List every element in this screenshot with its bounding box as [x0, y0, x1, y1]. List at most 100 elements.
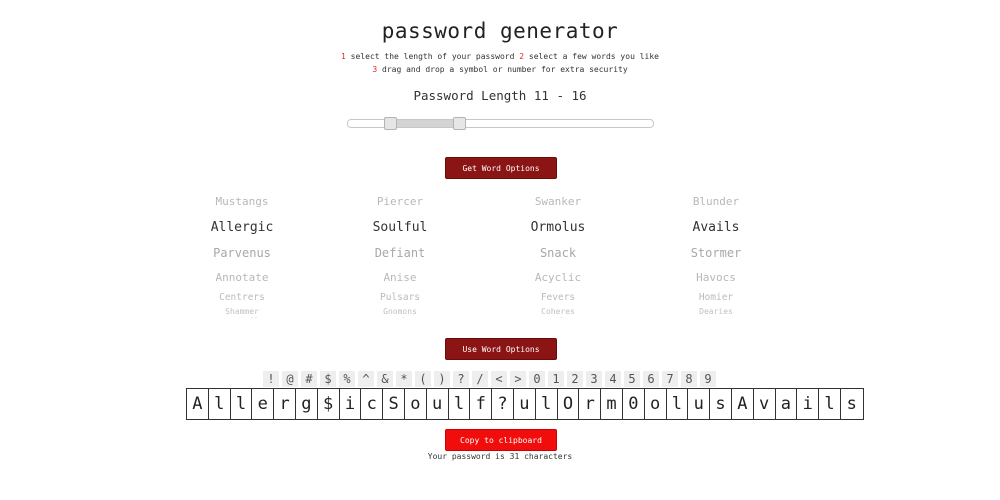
password-char[interactable]: l: [231, 389, 253, 419]
password-char[interactable]: v: [754, 389, 776, 419]
password-char[interactable]: a: [776, 389, 798, 419]
symbol-tile[interactable]: (: [415, 371, 431, 387]
password-char[interactable]: f: [470, 389, 493, 419]
symbol-tile[interactable]: %: [339, 371, 355, 387]
symbol-tile[interactable]: <: [491, 371, 507, 387]
word-option[interactable]: Gnomons: [314, 307, 486, 316]
symbol-tile[interactable]: !: [263, 371, 279, 387]
password-char[interactable]: A: [187, 389, 209, 419]
word-option[interactable]: Piercer: [314, 195, 486, 208]
word-option[interactable]: Parvenus: [156, 246, 328, 260]
password-char[interactable]: e: [252, 389, 275, 419]
word-option[interactable]: Havocs: [630, 271, 802, 284]
symbol-tile[interactable]: 1: [548, 371, 564, 387]
slider-min-handle[interactable]: [384, 117, 397, 130]
length-range-slider[interactable]: [347, 117, 654, 130]
word-options-list: Mustangs Allergic Parvenus Annotate Centrers…: [156, 190, 844, 318]
word-option[interactable]: Risers: [630, 317, 802, 318]
word-option[interactable]: Centrers: [156, 292, 328, 303]
step-1-text: select the length of your password: [350, 52, 515, 61]
word-option[interactable]: Nutshell: [156, 317, 328, 318]
password-char[interactable]: c: [361, 389, 384, 419]
word-option[interactable]: Homier: [630, 292, 802, 303]
symbol-tile[interactable]: #: [301, 371, 317, 387]
instructions-line-1: 1 select the length of your password 2 s…: [0, 52, 1000, 61]
password-char[interactable]: ?: [492, 389, 514, 419]
password-char[interactable]: s: [710, 389, 732, 419]
password-char[interactable]: u: [514, 389, 536, 419]
step-1-number: 1: [341, 52, 346, 61]
slider-max-handle[interactable]: [453, 117, 466, 130]
password-char[interactable]: o: [405, 389, 427, 419]
word-option[interactable]: Soulful: [314, 220, 486, 235]
copy-to-clipboard-button[interactable]: Copy to clipboard: [445, 429, 557, 451]
symbol-tile[interactable]: /: [472, 371, 488, 387]
password-char[interactable]: $: [318, 389, 340, 419]
password-char[interactable]: i: [340, 389, 362, 419]
password-char[interactable]: S: [383, 389, 405, 419]
password-char[interactable]: r: [579, 389, 602, 419]
password-char[interactable]: 0: [623, 389, 645, 419]
word-option[interactable]: Pulsars: [314, 292, 486, 303]
password-char[interactable]: o: [645, 389, 667, 419]
word-option[interactable]: Dearies: [630, 307, 802, 316]
page-title: password generator: [381, 19, 619, 43]
word-option[interactable]: Snack: [472, 246, 644, 260]
password-char[interactable]: l: [667, 389, 689, 419]
word-option[interactable]: Anise: [314, 271, 486, 284]
symbol-tile[interactable]: &: [377, 371, 393, 387]
word-option[interactable]: Fevers: [472, 292, 644, 303]
symbol-tile[interactable]: 6: [643, 371, 659, 387]
word-option[interactable]: Avails: [630, 220, 802, 235]
symbol-tile[interactable]: ?: [453, 371, 469, 387]
word-option[interactable]: Defiant: [314, 246, 486, 260]
word-option[interactable]: Mustangs: [156, 195, 328, 208]
step-3-number: 3: [372, 65, 378, 74]
password-char[interactable]: u: [688, 389, 711, 419]
step-2-text: select a few words you like: [528, 52, 659, 61]
word-option[interactable]: Marbles: [472, 317, 644, 318]
symbol-tile[interactable]: 7: [662, 371, 678, 387]
word-option[interactable]: Blunder: [630, 195, 802, 208]
symbol-tile[interactable]: 4: [605, 371, 621, 387]
password-char[interactable]: l: [536, 389, 558, 419]
password-char[interactable]: g: [296, 389, 318, 419]
symbol-tile[interactable]: 2: [567, 371, 583, 387]
password-char[interactable]: l: [209, 389, 231, 419]
symbol-tile[interactable]: 0: [529, 371, 545, 387]
word-option[interactable]: Coheres: [472, 307, 644, 316]
word-option[interactable]: Shammer: [156, 307, 328, 316]
symbol-tile[interactable]: ): [434, 371, 450, 387]
password-char[interactable]: A: [732, 389, 754, 419]
word-option[interactable]: Acyclic: [472, 271, 644, 284]
word-option[interactable]: Settles: [314, 317, 486, 318]
symbol-tile[interactable]: 5: [624, 371, 640, 387]
password-char[interactable]: l: [449, 389, 471, 419]
word-option[interactable]: Swanker: [472, 195, 644, 208]
step-3-text: drag and drop a symbol or number for ext…: [382, 65, 628, 74]
password-char[interactable]: l: [819, 389, 841, 419]
symbol-tile[interactable]: $: [320, 371, 336, 387]
get-word-options-button[interactable]: Get Word Options: [445, 157, 557, 179]
password-char[interactable]: s: [841, 389, 863, 419]
password-length-label: Password Length 11 - 16: [413, 88, 587, 103]
password-char[interactable]: i: [797, 389, 820, 419]
word-option[interactable]: Ormolus: [472, 220, 644, 235]
symbol-tile[interactable]: 3: [586, 371, 602, 387]
symbol-tile[interactable]: ^: [358, 371, 374, 387]
symbol-tile[interactable]: >: [510, 371, 526, 387]
word-option[interactable]: Allergic: [156, 220, 328, 235]
password-char[interactable]: O: [558, 389, 580, 419]
symbol-tile[interactable]: 9: [700, 371, 716, 387]
use-word-options-button[interactable]: Use Word Options: [445, 338, 557, 360]
password-char[interactable]: r: [274, 389, 296, 419]
word-option[interactable]: Stormer: [630, 246, 802, 260]
password-char[interactable]: m: [601, 389, 623, 419]
word-option[interactable]: Annotate: [156, 271, 328, 284]
symbol-tile[interactable]: 8: [681, 371, 697, 387]
symbol-tile[interactable]: @: [282, 371, 298, 387]
instructions-line-2: 3 drag and drop a symbol or number for e…: [0, 65, 1000, 74]
symbol-palette: ! @ # $% ^ & *()? / < >0 1 2 3 4 5 6 7 8 9: [263, 371, 716, 387]
password-char[interactable]: u: [427, 389, 449, 419]
symbol-tile[interactable]: *: [396, 371, 412, 387]
